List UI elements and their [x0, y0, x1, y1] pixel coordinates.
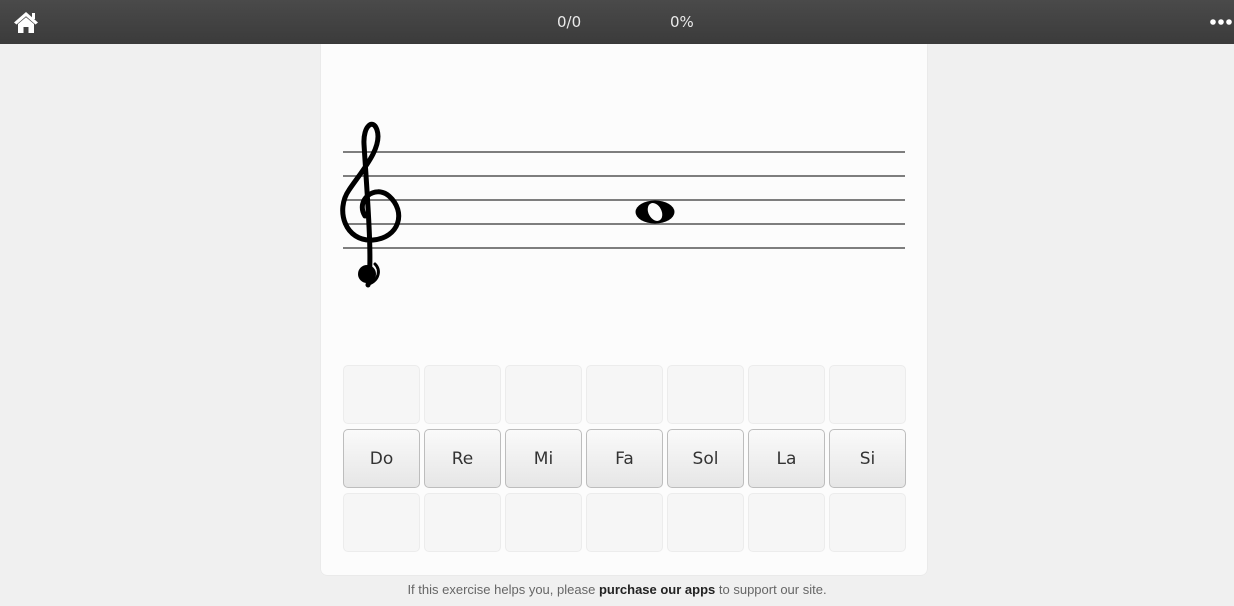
note-button-do[interactable]: Do: [343, 429, 420, 488]
answer-grid: Do Re Mi Fa Sol La Si: [343, 365, 906, 552]
home-icon: [14, 12, 38, 33]
home-button[interactable]: [12, 9, 40, 35]
empty-slot: [829, 493, 906, 552]
empty-slot: [424, 365, 501, 424]
footer-prefix: If this exercise helps you, please: [407, 582, 596, 597]
treble-clef-icon: [340, 121, 402, 288]
empty-slot: [424, 493, 501, 552]
note-button-si[interactable]: Si: [829, 429, 906, 488]
score-count: 0/0: [557, 13, 582, 31]
top-bar: 0/0 0%: [0, 0, 1234, 44]
whole-note: [635, 200, 675, 224]
note-button-sol[interactable]: Sol: [667, 429, 744, 488]
empty-slot: [586, 365, 663, 424]
empty-slot: [505, 365, 582, 424]
staff: [340, 121, 905, 288]
empty-slot: [343, 365, 420, 424]
empty-slot: [667, 493, 744, 552]
note-button-la[interactable]: La: [748, 429, 825, 488]
note-button-fa[interactable]: Fa: [586, 429, 663, 488]
exercise-card: Do Re Mi Fa Sol La Si: [321, 44, 927, 575]
note-button-re[interactable]: Re: [424, 429, 501, 488]
footer-suffix: to support our site.: [718, 582, 827, 597]
empty-slot: [667, 365, 744, 424]
empty-slot: [586, 493, 663, 552]
empty-slot: [748, 365, 825, 424]
score-percent: 0%: [670, 13, 694, 31]
empty-slot: [829, 365, 906, 424]
empty-slot: [343, 493, 420, 552]
more-button[interactable]: [1208, 12, 1234, 32]
purchase-apps-link[interactable]: purchase our apps: [599, 582, 715, 597]
footer-note: If this exercise helps you, please purch…: [0, 582, 1234, 597]
empty-slot: [505, 493, 582, 552]
note-button-mi[interactable]: Mi: [505, 429, 582, 488]
empty-slot: [748, 493, 825, 552]
more-horizontal-icon: [1210, 19, 1232, 25]
